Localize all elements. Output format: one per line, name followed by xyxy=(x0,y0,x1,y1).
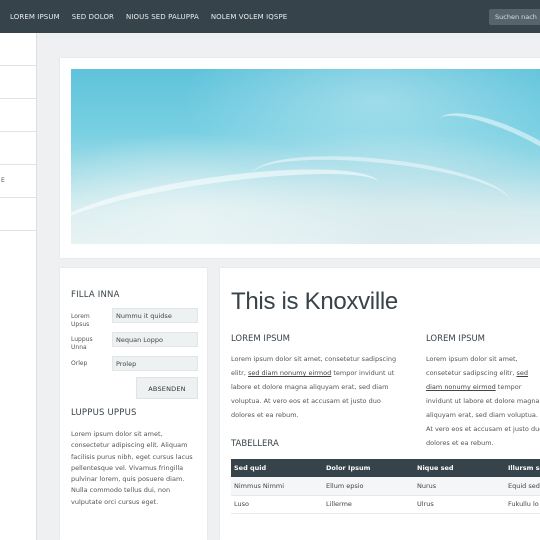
top-navbar: LOREM IPSUM SED DOLOR NIOUS SED PALUPPA … xyxy=(0,0,540,33)
nav-item-lorem-ipsum[interactable]: LOREM IPSUM xyxy=(10,13,60,21)
column-heading: LOREM IPSUM xyxy=(231,334,291,344)
table-cell: Lillerme xyxy=(323,495,414,514)
hero-image xyxy=(71,69,540,244)
input-value: Prolep xyxy=(116,360,137,368)
column-text: Lorem ipsum dolor sit amet, consetetur s… xyxy=(231,352,403,422)
sidebar-item[interactable] xyxy=(0,33,36,66)
inline-link[interactable]: sed diam nonumy eirmod xyxy=(248,369,331,377)
field-label: Orlep xyxy=(71,360,88,367)
table-cell: Nurus xyxy=(414,477,505,496)
page-title: This is Knoxville xyxy=(231,288,398,315)
table-row: Nimmus Nimmi Ellum epsio Nurus Equid sed xyxy=(231,477,540,496)
table-cell: Nimmus Nimmi xyxy=(231,477,323,496)
table-header-cell: Dolor Ipsum xyxy=(323,459,414,477)
table-cell: Ellum epsio xyxy=(323,477,414,496)
table-header-cell: Nique sed xyxy=(414,459,505,477)
hero-card xyxy=(60,58,540,258)
input-value: Nummu it quidse xyxy=(116,312,172,320)
sidebar-item-label: E xyxy=(1,177,5,184)
text-input[interactable]: Nequan Loppo xyxy=(112,332,198,347)
column-text: Lorem ipsum dolor sit amet, consetetur s… xyxy=(426,352,540,450)
table-title: TABELLERA xyxy=(231,439,279,449)
table-cell: Ulrus xyxy=(414,495,505,514)
text-input[interactable]: Prolep xyxy=(112,356,198,371)
field-label: Luppus Unna xyxy=(71,336,93,351)
side-section-title: LUPPUS UPPUS xyxy=(71,408,137,418)
input-value: Nequan Loppo xyxy=(116,336,163,344)
nav-item-nolem-volem-iqspe[interactable]: NOLEM VOLEM IQSPE xyxy=(211,13,287,21)
sidebar-item[interactable]: E xyxy=(0,165,36,198)
table-header-cell: Illursm se xyxy=(505,459,540,477)
sidebar-item[interactable] xyxy=(0,198,36,231)
data-table: Sed quid Dolor Ipsum Nique sed Illursm s… xyxy=(231,459,540,514)
submit-label: ABSENDEN xyxy=(148,385,186,393)
submit-button[interactable]: ABSENDEN xyxy=(136,377,198,399)
sidebar-item[interactable] xyxy=(0,66,36,99)
table-cell: Fukullu lo xyxy=(505,495,540,514)
table-cell: Luso xyxy=(231,495,323,514)
sidebar: E xyxy=(0,33,37,540)
form-title: FILLA INNA xyxy=(71,290,120,300)
sidebar-item[interactable] xyxy=(0,132,36,165)
sidebar-item[interactable] xyxy=(0,99,36,132)
nav-item-nious-sed-paluppa[interactable]: NIOUS SED PALUPPA xyxy=(126,13,199,21)
table-cell: Equid sed xyxy=(505,477,540,496)
main-nav: LOREM IPSUM SED DOLOR NIOUS SED PALUPPA … xyxy=(0,0,299,33)
field-label: Lorem Upsus xyxy=(71,313,90,328)
nav-item-sed-dolor[interactable]: SED DOLOR xyxy=(72,13,114,21)
column-heading: LOREM IPSUM xyxy=(426,334,486,344)
table-header-cell: Sed quid xyxy=(231,459,323,477)
table-row: Luso Lillerme Ulrus Fukullu lo xyxy=(231,495,540,514)
side-section-text: Lorem ipsum dolor sit amet, consectetur … xyxy=(71,430,193,506)
search-input[interactable]: Suchen nach xyxy=(489,9,540,25)
table-header-row: Sed quid Dolor Ipsum Nique sed Illursm s… xyxy=(231,459,540,477)
text-input[interactable]: Nummu it quidse xyxy=(112,308,198,323)
text-fragment: tempor invidunt ut labore et dolore magn… xyxy=(426,383,540,447)
text-fragment: Lorem ipsum dolor sit amet, consetetur s… xyxy=(426,355,518,377)
search-placeholder: Suchen nach xyxy=(495,13,537,21)
